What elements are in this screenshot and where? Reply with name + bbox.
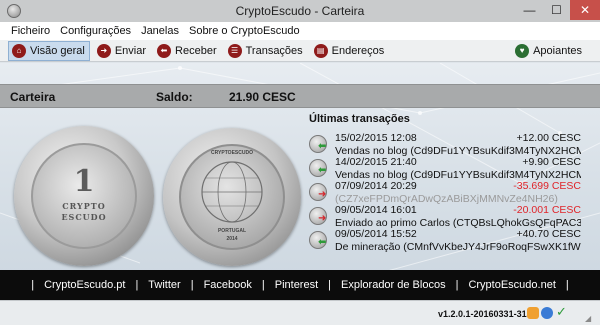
tab-receber-label: Receber bbox=[175, 44, 217, 57]
coin-front-image: 1 CRYPTO ESCUDO bbox=[14, 126, 154, 266]
menu-configuracoes[interactable]: Configurações bbox=[55, 25, 136, 37]
tab-enderecos-label: Endereços bbox=[331, 44, 385, 57]
transaction-amount: -20.001 CESC bbox=[513, 204, 581, 216]
globe-emblem-icon bbox=[201, 161, 263, 223]
separator: | bbox=[135, 279, 139, 291]
close-button[interactable]: ✕ bbox=[570, 0, 600, 20]
tab-visao-geral-label: Visão geral bbox=[30, 44, 85, 57]
transaction-amount: -35.699 CESC bbox=[513, 180, 581, 192]
transaction-date: 07/09/2014 20:29 bbox=[335, 180, 417, 192]
menu-ficheiro[interactable]: Ficheiro bbox=[6, 25, 55, 37]
tab-apoiantes[interactable]: ♥ Apoiantes bbox=[512, 41, 586, 61]
separator: | bbox=[261, 279, 265, 291]
tab-visao-geral[interactable]: ⌂ Visão geral bbox=[8, 40, 90, 61]
tab-enderecos[interactable]: ▤ Endereços bbox=[311, 41, 389, 61]
transaction-amount: +12.00 CESC bbox=[516, 132, 582, 144]
wallet-label: Carteira bbox=[10, 90, 56, 104]
outgoing-arrow-icon: ➜ bbox=[318, 213, 327, 224]
coin-year: 2014 bbox=[226, 236, 238, 242]
transaction-date: 14/02/2015 21:40 bbox=[335, 156, 417, 168]
resize-grip-icon[interactable]: ◢ bbox=[585, 314, 595, 324]
saldo-label: Saldo: bbox=[156, 90, 193, 104]
lock-status-icon[interactable] bbox=[527, 307, 539, 319]
send-arrow-icon: ➜ bbox=[96, 43, 111, 58]
menu-bar: Ficheiro Configurações Janelas Sobre o C… bbox=[0, 22, 600, 40]
connections-icon[interactable] bbox=[541, 307, 553, 319]
separator: | bbox=[190, 279, 194, 291]
link-twitter[interactable]: Twitter bbox=[142, 279, 186, 291]
outgoing-arrow-icon: ➜ bbox=[318, 189, 327, 200]
incoming-arrow-icon: ⬅ bbox=[318, 237, 327, 248]
coin-word-escudo: ESCUDO bbox=[61, 212, 107, 222]
coin-word-crypto: CRYPTO bbox=[62, 201, 106, 211]
tab-enviar[interactable]: ➜ Enviar bbox=[94, 41, 150, 61]
link-facebook[interactable]: Facebook bbox=[198, 279, 258, 291]
link-cryptoescudo-net[interactable]: CryptoEscudo.net bbox=[462, 279, 561, 291]
version-label: v1.2.0.1-20160331-313 bbox=[438, 309, 532, 319]
separator: | bbox=[31, 279, 35, 291]
tab-apoiantes-label: Apoiantes bbox=[533, 45, 582, 57]
title-bar: CryptoEscudo - Carteira — ☐ ✕ bbox=[0, 0, 600, 22]
coin-ring-text: CRYPTOESCUDO bbox=[211, 150, 253, 156]
list-icon: ☰ bbox=[227, 43, 242, 58]
menu-janelas[interactable]: Janelas bbox=[136, 25, 184, 37]
toolbar: ⌂ Visão geral ➜ Enviar ⬅ Receber ☰ Trans… bbox=[0, 40, 600, 62]
separator: | bbox=[565, 279, 569, 291]
balance-bar: Carteira Saldo: 21.90 CESC bbox=[0, 84, 600, 108]
minimize-button[interactable]: — bbox=[516, 0, 543, 20]
incoming-arrow-icon: ⬅ bbox=[318, 165, 327, 176]
heart-icon: ♥ bbox=[515, 44, 530, 58]
maximize-button[interactable]: ☐ bbox=[543, 0, 570, 20]
transaction-date: 15/02/2015 12:08 bbox=[335, 132, 417, 144]
tab-receber[interactable]: ⬅ Receber bbox=[154, 41, 221, 61]
link-cryptoescudo-pt[interactable]: CryptoEscudo.pt bbox=[38, 279, 131, 291]
separator: | bbox=[455, 279, 459, 291]
coin-country: PORTUGAL bbox=[217, 228, 247, 234]
home-icon: ⌂ bbox=[12, 43, 26, 58]
link-pinterest[interactable]: Pinterest bbox=[269, 279, 324, 291]
sync-check-icon[interactable]: ✓ bbox=[556, 304, 568, 319]
separator: | bbox=[328, 279, 332, 291]
transaction-description: De mineração (CMnfVvKbeJY4JrF9oRoqFSwXK1… bbox=[335, 241, 581, 253]
coin-back-image: CRYPTOESCUDO PORTUGAL 2014 bbox=[163, 128, 301, 266]
tab-enviar-label: Enviar bbox=[114, 44, 147, 57]
receive-arrow-icon: ⬅ bbox=[157, 43, 172, 58]
transaction-date: 09/05/2014 15:52 bbox=[335, 228, 417, 240]
tab-transacoes-label: Transações bbox=[245, 44, 303, 57]
window-title: CryptoEscudo - Carteira bbox=[235, 4, 365, 18]
address-book-icon: ▤ bbox=[313, 43, 328, 58]
menu-sobre[interactable]: Sobre o CryptoEscudo bbox=[184, 25, 305, 37]
link-block-explorer[interactable]: Explorador de Blocos bbox=[335, 279, 452, 291]
transaction-amount: +40.70 CESC bbox=[516, 228, 582, 240]
footer-links-bar: | CryptoEscudo.pt | Twitter | Facebook |… bbox=[0, 270, 600, 300]
recent-transactions-title: Últimas transações bbox=[309, 113, 410, 125]
transaction-date: 09/05/2014 16:01 bbox=[335, 204, 417, 216]
tab-transacoes[interactable]: ☰ Transações bbox=[225, 41, 307, 61]
status-bar: v1.2.0.1-20160331-313 ✓ ◢ bbox=[0, 300, 600, 325]
incoming-arrow-icon: ⬅ bbox=[318, 141, 327, 152]
transaction-amount: +9.90 CESC bbox=[522, 156, 581, 168]
transaction-row[interactable]: ⬅ 09/05/2014 15:52 +40.70 CESC De minera… bbox=[309, 227, 581, 255]
coin-number: 1 bbox=[73, 164, 95, 199]
balance-amount: 21.90 CESC bbox=[229, 90, 296, 104]
